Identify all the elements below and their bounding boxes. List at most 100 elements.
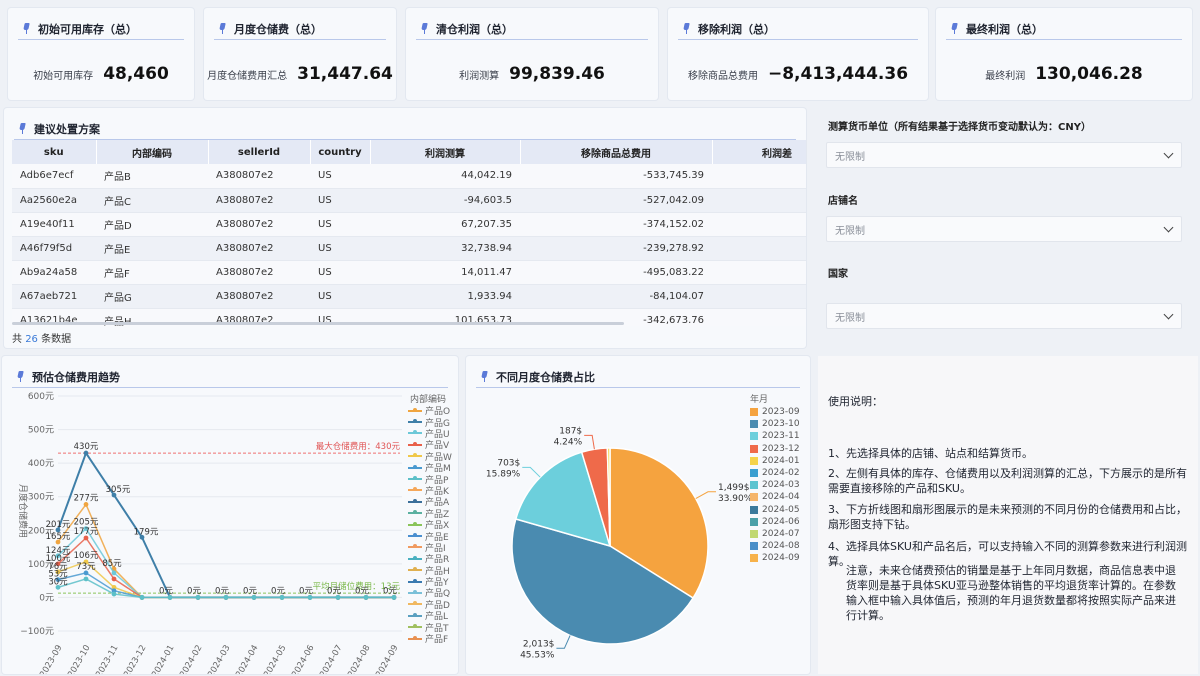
table-row[interactable]: Aa2560e2a 产品C A380807e2 US -94,603.5 -527,042… xyxy=(12,188,806,213)
country-select[interactable]: 无限制 xyxy=(826,303,1182,329)
kpi-value: 130,046.28 xyxy=(1035,64,1143,84)
chevron-down-icon xyxy=(1163,148,1174,159)
table-row[interactable]: Adb6e7ecf 产品B A380807e2 US 44,042.19 -533,745… xyxy=(12,164,806,189)
column-header[interactable]: sellerId xyxy=(208,140,311,164)
y-tick-label: 300元 xyxy=(28,493,54,503)
data-label: 106元 xyxy=(74,551,99,561)
chevron-down-icon xyxy=(1163,309,1174,320)
y-tick-label: 600元 xyxy=(28,392,54,402)
table-cell: 产品E xyxy=(96,236,208,261)
data-label: 30元 xyxy=(48,577,68,587)
table-cell: A380807e2 xyxy=(208,236,310,261)
help-title: 使用说明： xyxy=(828,395,883,408)
legend-swatch xyxy=(408,567,422,572)
pin-icon xyxy=(18,123,27,134)
data-label: 179元 xyxy=(134,527,159,537)
pie-legend-item[interactable]: 2023-12 xyxy=(750,443,800,455)
pie-legend-item[interactable]: 2024-07 xyxy=(750,528,800,540)
table-cell: A67aeb721 xyxy=(12,284,96,309)
table-cell: Adb6e7ecf xyxy=(12,164,96,189)
pie-chart-card: 不同月度仓储费占比 1,499$ 33.90% 2,013$ 45.53% 703$ 15… xyxy=(466,356,810,674)
pie-percent-label: 4.24% xyxy=(554,437,583,447)
legend-label: 产品F xyxy=(425,635,449,646)
trend-line-chart[interactable]: 600元500元400元300元200元100元0元−100元月度仓储费用202… xyxy=(2,356,458,674)
pie-legend-item[interactable]: 2023-10 xyxy=(750,418,800,430)
table-row[interactable]: A67aeb721 产品G A380807e2 US 1,933.94 -84,104.0… xyxy=(12,284,806,309)
table-cell: 产品F xyxy=(96,260,208,285)
legend-swatch xyxy=(750,517,758,526)
kpi-title: 移除利润（总） xyxy=(698,22,775,36)
x-tick-label: 2024-08 xyxy=(346,644,372,675)
kpi-title: 最终利润（总） xyxy=(966,22,1043,36)
kpi-card-3: 清仓利润（总） 利润测算 99,839.46 xyxy=(406,8,658,100)
table-cell: 产品B xyxy=(96,164,208,189)
legend-swatch xyxy=(750,444,758,453)
kpi-value: −8,413,444.36 xyxy=(767,64,909,84)
table-row[interactable]: A19e40f11 产品D A380807e2 US 67,207.35 -374,152… xyxy=(12,212,806,237)
store-select[interactable]: 无限制 xyxy=(826,216,1182,242)
table-cell xyxy=(712,260,806,285)
column-header[interactable]: 内部编码 xyxy=(96,140,209,164)
table-cell: -495,083.22 xyxy=(520,260,712,285)
x-tick-label: 2024-03 xyxy=(206,644,232,675)
table-cell: A380807e2 xyxy=(208,188,310,213)
pie-legend-item[interactable]: 2023-11 xyxy=(750,430,800,442)
pie-legend-item[interactable]: 2024-05 xyxy=(750,504,800,516)
series-point xyxy=(111,570,117,576)
table-cell: A380807e2 xyxy=(208,260,310,285)
table-row[interactable]: A46f79f5d 产品E A380807e2 US 32,738.94 -239,278… xyxy=(12,236,806,261)
footer-count: 26 xyxy=(25,334,38,345)
table-cell: -84,104.07 xyxy=(520,284,712,309)
pie-percent-label: 33.90% xyxy=(718,494,753,504)
column-header[interactable]: 利润测算 xyxy=(370,140,521,164)
table-cell: US xyxy=(310,260,370,285)
x-tick-label: 2023-12 xyxy=(122,644,148,675)
legend-label: 2024-03 xyxy=(762,480,800,491)
x-tick-label: 2023-11 xyxy=(94,644,120,675)
pie-legend-item[interactable]: 2024-04 xyxy=(750,491,800,503)
table-scroll-area[interactable]: sku 内部编码 sellerId country 利润测算 移除商品总费用 利润差 Adb… xyxy=(12,140,806,326)
kpi-value: 99,839.46 xyxy=(509,64,605,84)
y-axis-label: 月度仓储费用 xyxy=(17,484,29,538)
country-value: 无限制 xyxy=(835,312,865,324)
data-label: 0元 xyxy=(299,586,313,596)
kpi-body: 初始可用库存 48,460 xyxy=(8,48,194,100)
table-cell: Aa2560e2a xyxy=(12,188,96,213)
pie-legend-item[interactable]: 2024-09 xyxy=(750,552,800,564)
pie-percent-label: 45.53% xyxy=(520,650,555,660)
table-scrollbar[interactable] xyxy=(12,322,624,325)
column-header[interactable]: country xyxy=(310,140,371,164)
column-header[interactable]: sku xyxy=(12,140,97,164)
pie-legend-item[interactable]: 2024-03 xyxy=(750,479,800,491)
y-tick-label: −100元 xyxy=(20,627,54,637)
pie-legend-item[interactable]: 2024-01 xyxy=(750,455,800,467)
currency-select[interactable]: 无限制 xyxy=(826,142,1182,168)
pie-legend-item[interactable]: 2024-08 xyxy=(750,540,800,552)
kpi-title: 初始可用库存（总） xyxy=(38,22,137,36)
x-tick-label: 2024-05 xyxy=(262,644,288,675)
kpi-title: 清仓利润（总） xyxy=(436,22,513,36)
pie-legend-item[interactable]: 2024-06 xyxy=(750,516,800,528)
table-cell: 67,207.35 xyxy=(370,212,520,237)
footer-suffix: 条数据 xyxy=(41,334,72,345)
pie-leader-line xyxy=(584,434,595,450)
table-row[interactable]: Ab9a24a58 产品F A380807e2 US 14,011.47 -495,083… xyxy=(12,260,806,285)
legend-swatch xyxy=(408,635,422,640)
legend-item[interactable]: 产品F xyxy=(408,633,452,646)
disposal-table-header: 建议处置方案 xyxy=(14,118,796,140)
legend-swatch xyxy=(750,481,758,490)
x-tick-label: 2024-09 xyxy=(374,644,400,675)
legend-swatch xyxy=(408,476,422,481)
table-cell: A380807e2 xyxy=(208,212,310,237)
pie-legend-title: 年月 xyxy=(750,395,769,405)
data-label: 0元 xyxy=(383,586,397,596)
kpi-card-1: 初始可用库存（总） 初始可用库存 48,460 xyxy=(8,8,194,100)
pie-value-label: 1,499$ xyxy=(718,483,750,493)
column-header[interactable]: 移除商品总费用 xyxy=(520,140,713,164)
footer-prefix: 共 xyxy=(12,334,22,345)
pie-legend-item[interactable]: 2024-02 xyxy=(750,467,800,479)
column-header[interactable]: 利润差 xyxy=(712,140,806,164)
pie-legend-item[interactable]: 2023-09 xyxy=(750,406,800,418)
table-cell: A19e40f11 xyxy=(12,212,96,237)
legend-swatch xyxy=(408,624,422,629)
